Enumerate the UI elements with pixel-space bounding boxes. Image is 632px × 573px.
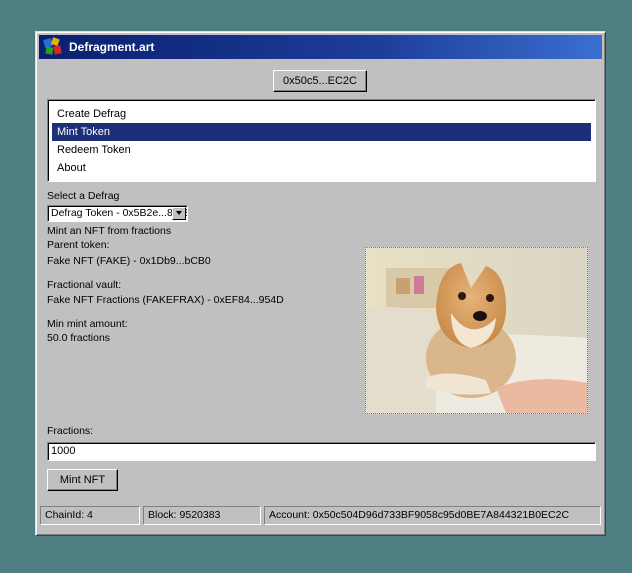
menu-item-about[interactable]: About (52, 159, 591, 177)
fractions-input[interactable]: 1000 (47, 442, 596, 461)
title-bar: Defragment.art (39, 35, 602, 59)
menu-item-create-defrag[interactable]: Create Defrag (52, 105, 591, 123)
min-mint-label: Min mint amount: (47, 318, 128, 330)
menu-item-mint-token[interactable]: Mint Token (52, 123, 591, 141)
account-button[interactable]: 0x50c5...EC2C (273, 70, 367, 92)
parent-token-label: Parent token: (47, 239, 110, 251)
menu-list: Create Defrag Mint Token Redeem Token Ab… (47, 99, 596, 182)
defrag-select-value: Defrag Token - 0x5B2e...8278 (51, 207, 188, 219)
menu-item-redeem-token[interactable]: Redeem Token (52, 141, 591, 159)
select-label: Select a Defrag (47, 190, 120, 202)
min-mint-value: 50.0 fractions (47, 332, 111, 344)
vault-label: Fractional vault: (47, 279, 122, 291)
parent-token-value: Fake NFT (FAKE) - 0x1Db9...bCB0 (47, 255, 211, 267)
chevron-down-icon[interactable] (172, 207, 186, 220)
status-account: Account: 0x50c504D96d733BF9058c95d0BE7A8… (264, 506, 601, 525)
fractions-label: Fractions: (47, 425, 94, 437)
mint-description: Mint an NFT from fractions (47, 225, 172, 237)
vault-value: Fake NFT Fractions (FAKEFRAX) - 0xEF84..… (47, 294, 284, 306)
nft-doge-image (365, 247, 588, 414)
status-bar: ChainId: 4 Block: 9520383 Account: 0x50c… (40, 506, 601, 525)
app-logo-icon (43, 37, 63, 57)
status-block: Block: 9520383 (143, 506, 261, 525)
status-chain-id: ChainId: 4 (40, 506, 140, 525)
app-window: Defragment.art 0x50c5...EC2C Create Defr… (35, 31, 606, 536)
window-title: Defragment.art (69, 40, 155, 54)
defrag-select[interactable]: Defrag Token - 0x5B2e...8278 (47, 205, 188, 222)
mint-nft-button[interactable]: Mint NFT (47, 469, 118, 491)
